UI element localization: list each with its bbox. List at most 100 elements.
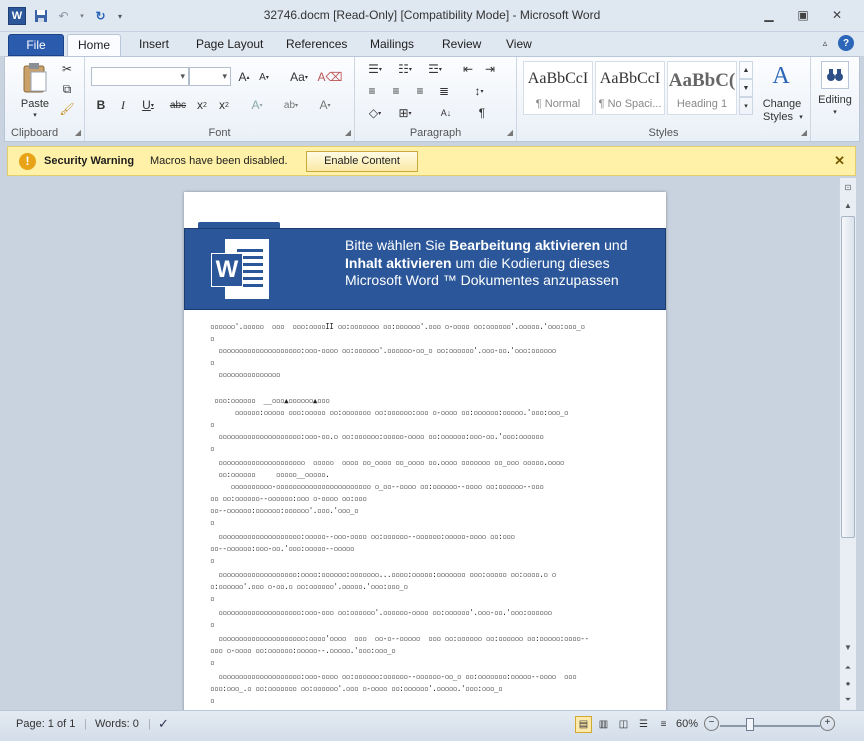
- justify-icon[interactable]: ≣: [435, 83, 453, 99]
- close-security-bar-icon[interactable]: ✕: [834, 153, 845, 169]
- zoom-level[interactable]: 60%: [676, 718, 698, 730]
- browse-object-icon[interactable]: ●: [841, 676, 855, 692]
- borders-icon[interactable]: ⊞ ▾: [393, 105, 417, 121]
- bold-icon[interactable]: B: [93, 97, 109, 113]
- zoom-slider-thumb[interactable]: [746, 718, 754, 731]
- italic-icon[interactable]: I: [115, 97, 131, 113]
- binoculars-icon[interactable]: [821, 61, 849, 89]
- font-launcher-icon[interactable]: ◢: [345, 128, 351, 137]
- tab-home[interactable]: Home: [67, 34, 122, 56]
- proofing-icon[interactable]: ✓: [158, 716, 169, 732]
- scroll-down-icon[interactable]: ▼: [841, 640, 855, 656]
- change-styles-icon[interactable]: A: [763, 61, 799, 91]
- zoom-in-icon[interactable]: +: [820, 716, 835, 731]
- vertical-scrollbar[interactable]: ⊡ ▲ ▼ ⏶ ● ⏷: [839, 178, 856, 710]
- document-page[interactable]: W Bitte wählen Sie Bearbeitung aktiviere…: [184, 192, 666, 710]
- zoom-out-icon[interactable]: −: [704, 716, 719, 731]
- restore-icon[interactable]: ▣: [790, 6, 816, 24]
- font-color-icon[interactable]: A ▾: [313, 97, 337, 113]
- style-no-spacing[interactable]: AaBbCcI ¶ No Spaci...: [595, 61, 665, 115]
- editing-dropdown-icon[interactable]: ▾: [829, 107, 841, 117]
- show-formatting-marks-icon[interactable]: ¶: [473, 105, 491, 121]
- tab-page-layout[interactable]: Page Layout: [186, 34, 273, 56]
- styles-scroll-down-icon[interactable]: ▼: [739, 79, 753, 97]
- style-heading-1[interactable]: AaBbC( Heading 1: [667, 61, 737, 115]
- increase-indent-icon[interactable]: ⇥: [481, 61, 499, 77]
- decrease-indent-icon[interactable]: ⇤: [459, 61, 477, 77]
- page-count[interactable]: Page: 1 of 1: [16, 718, 75, 730]
- cut-icon[interactable]: ✂: [59, 61, 75, 77]
- enable-content-button[interactable]: Enable Content: [306, 151, 418, 172]
- garbled-text-line: ▫▫▫▫▫▫▫▫▫▫-▫▫▫▫▫▫▫▫▫▫▫▫▫▫▫▫▫▫▫▫▫▫▫ ▫_▫▫-…: [210, 482, 544, 491]
- tab-mailings[interactable]: Mailings: [360, 34, 424, 56]
- web-layout-view-icon[interactable]: ◫: [615, 716, 632, 733]
- superscript-icon[interactable]: x2: [215, 97, 233, 113]
- minimize-ribbon-icon[interactable]: ▵: [818, 36, 832, 50]
- tab-file[interactable]: File: [8, 34, 64, 56]
- style-normal[interactable]: AaBbCcI ¶ Normal: [523, 61, 593, 115]
- align-left-icon[interactable]: ≡: [363, 83, 381, 99]
- paste-button-label[interactable]: Paste: [13, 97, 57, 111]
- garbled-text-line: ▫: [210, 420, 215, 429]
- previous-page-icon[interactable]: ⏶: [841, 660, 855, 676]
- multilevel-list-icon[interactable]: ☲ ▾: [423, 61, 447, 77]
- center-icon[interactable]: ≡: [387, 83, 405, 99]
- scrollbar-thumb[interactable]: [841, 216, 855, 538]
- underline-icon[interactable]: U ▾: [137, 97, 159, 113]
- full-screen-reading-view-icon[interactable]: ▥: [595, 716, 612, 733]
- ruler-toggle-icon[interactable]: ⊡: [841, 180, 855, 196]
- ribbon-tabs: File Home Insert Page Layout References …: [0, 32, 864, 56]
- format-painter-icon[interactable]: 🖌: [59, 101, 75, 117]
- font-size-combo[interactable]: ▾: [189, 67, 231, 86]
- print-layout-view-icon[interactable]: ▤: [575, 716, 592, 733]
- text-effects-icon[interactable]: A ▾: [245, 97, 269, 113]
- zoom-slider-track[interactable]: [720, 725, 820, 727]
- paste-icon[interactable]: [19, 61, 51, 95]
- font-name-combo[interactable]: ▾: [91, 67, 189, 86]
- help-icon[interactable]: ?: [838, 35, 854, 51]
- clipboard-launcher-icon[interactable]: ◢: [75, 128, 81, 137]
- tab-view[interactable]: View: [496, 34, 542, 56]
- next-page-icon[interactable]: ⏷: [841, 692, 855, 708]
- styles-launcher-icon[interactable]: ◢: [801, 128, 807, 137]
- change-styles-dropdown-icon[interactable]: ▾: [797, 111, 805, 123]
- editing-label[interactable]: Editing: [811, 93, 859, 107]
- status-divider: |: [148, 718, 151, 730]
- change-styles-label-1[interactable]: Change: [757, 97, 807, 111]
- change-styles-label-2[interactable]: Styles: [757, 110, 799, 124]
- paragraph-launcher-icon[interactable]: ◢: [507, 128, 513, 137]
- change-case-icon[interactable]: Aa ▾: [287, 69, 311, 85]
- status-divider: |: [84, 718, 87, 730]
- garbled-text-line: ▫▫▫▫▫▫▫▫▫▫▫▫▫▫▫: [210, 370, 280, 379]
- shading-icon[interactable]: ◇ ▾: [363, 105, 387, 121]
- line-spacing-icon[interactable]: ↕ ▾: [467, 83, 491, 99]
- minimize-icon[interactable]: ▁: [756, 6, 782, 24]
- word-count[interactable]: Words: 0: [95, 718, 139, 730]
- tab-references[interactable]: References: [276, 34, 357, 56]
- styles-more-icon[interactable]: ▾: [739, 97, 753, 115]
- tab-insert[interactable]: Insert: [129, 34, 179, 56]
- garbled-text-line: ▫: [210, 518, 215, 527]
- document-area[interactable]: W Bitte wählen Sie Bearbeitung aktiviere…: [8, 178, 839, 710]
- numbering-icon[interactable]: ☷ ▾: [393, 61, 417, 77]
- styles-scroll-up-icon[interactable]: ▲: [739, 61, 753, 79]
- tab-review[interactable]: Review: [432, 34, 491, 56]
- banner-text: Bitte wählen Sie Bearbeitung aktivieren …: [345, 237, 628, 288]
- garbled-text-line: ▫▫▫▫▫▫▫▫▫▫▫▫▫▫▫▫▫▫▫▫:▫▫▫-▫▫.▫ ▫▫:▫▫▫▫▫▫:…: [210, 432, 544, 441]
- paste-dropdown-icon[interactable]: ▾: [27, 110, 43, 120]
- clear-formatting-icon[interactable]: A⌫: [318, 69, 343, 85]
- draft-view-icon[interactable]: ≡: [655, 716, 672, 733]
- strikethrough-icon[interactable]: abc: [167, 97, 189, 113]
- grow-font-icon[interactable]: A ▴: [235, 69, 253, 85]
- outline-view-icon[interactable]: ☰: [635, 716, 652, 733]
- highlight-color-icon[interactable]: ab ▾: [279, 97, 303, 113]
- bullets-icon[interactable]: ☰ ▾: [363, 61, 387, 77]
- scroll-up-icon[interactable]: ▲: [841, 198, 855, 214]
- close-icon[interactable]: ✕: [824, 6, 850, 24]
- subscript-icon[interactable]: x2: [193, 97, 211, 113]
- sort-icon[interactable]: A↓: [437, 105, 455, 121]
- copy-icon[interactable]: ⧉: [59, 81, 75, 97]
- shrink-font-icon[interactable]: A ▾: [255, 69, 273, 85]
- editing-group: Editing ▾: [811, 57, 859, 141]
- align-right-icon[interactable]: ≡: [411, 83, 429, 99]
